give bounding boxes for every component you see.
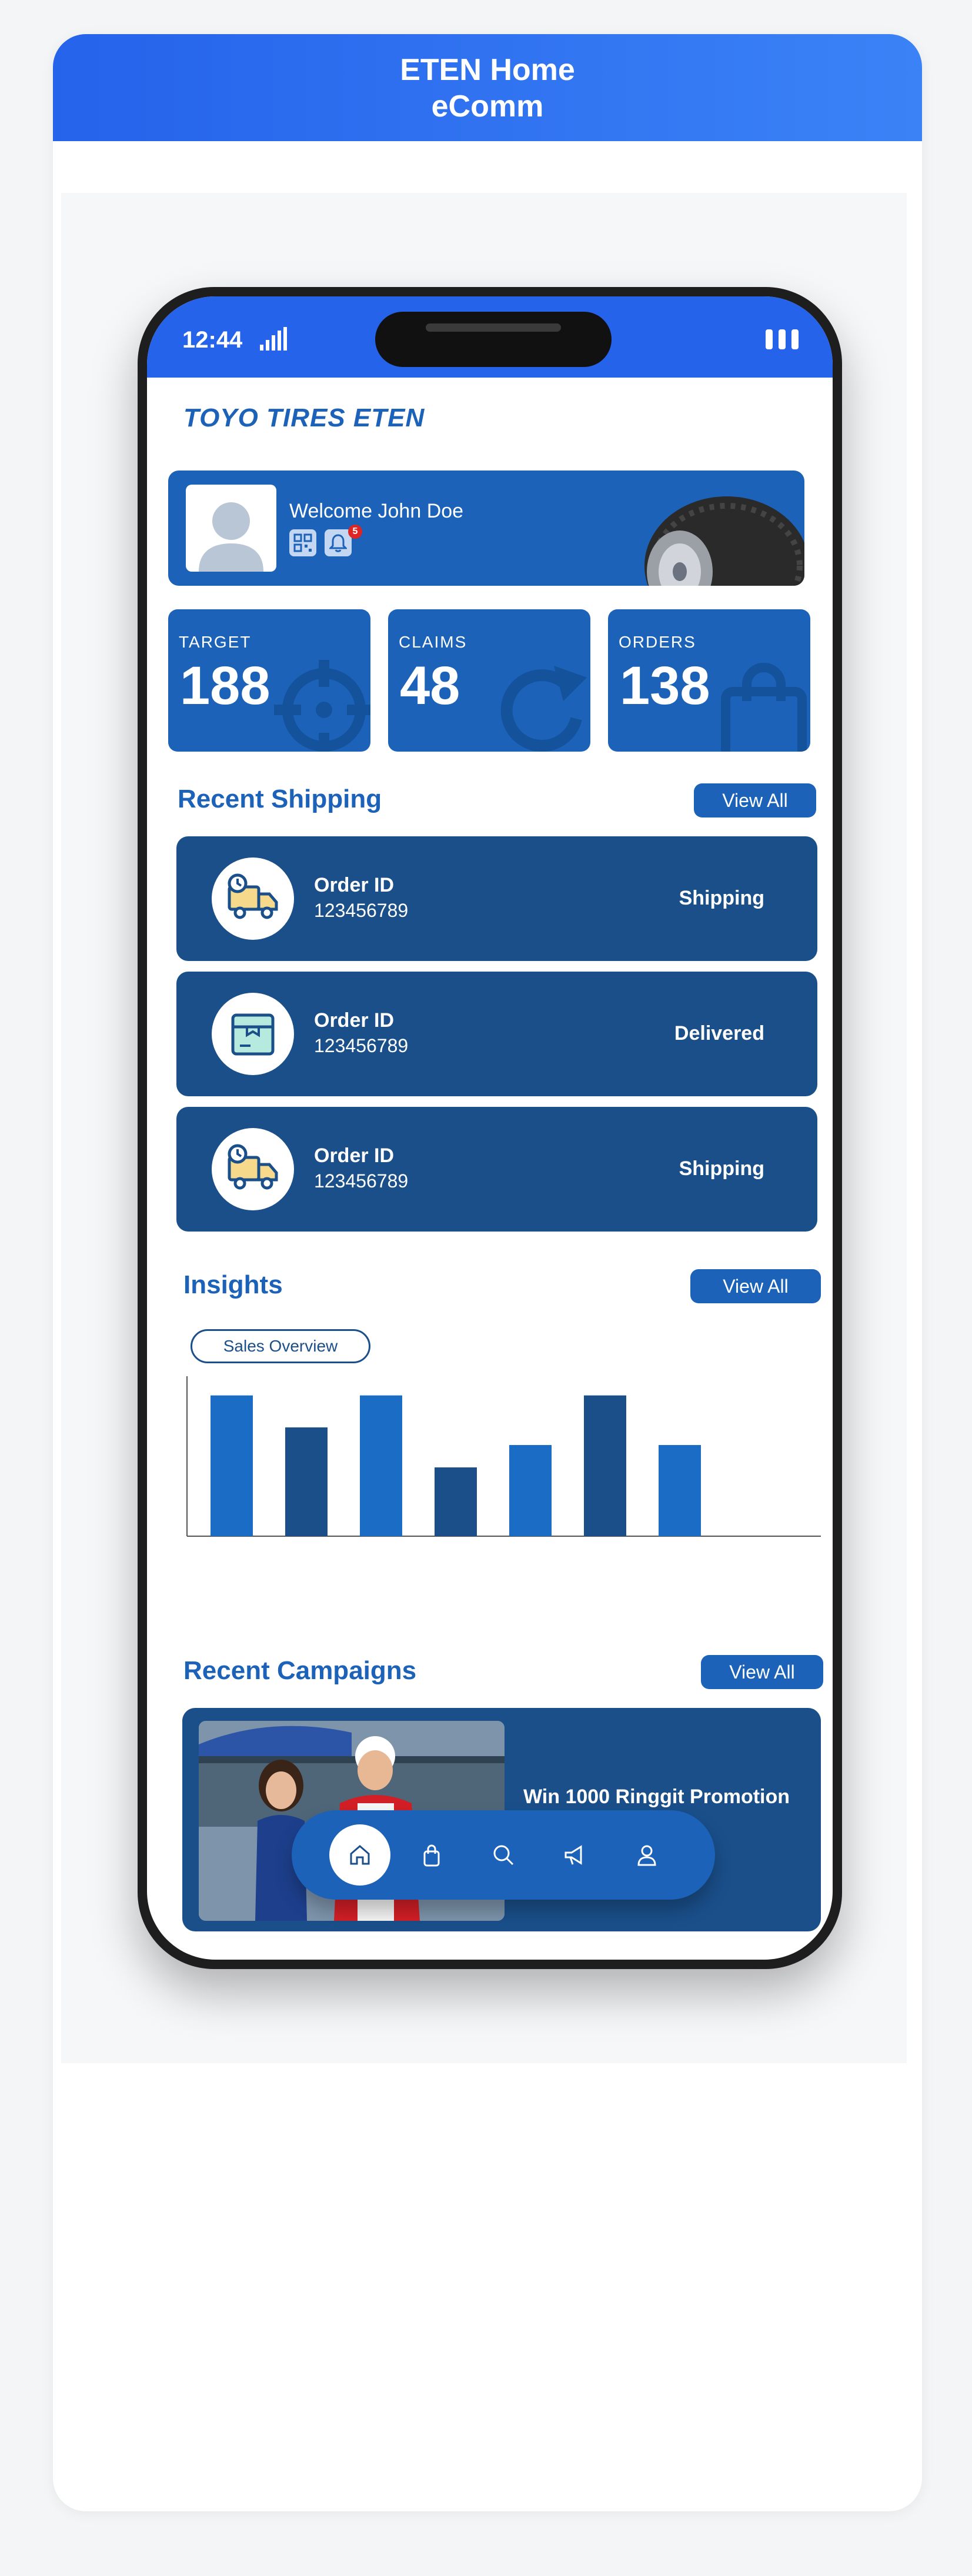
chart-bar xyxy=(509,1444,552,1536)
order-label: Order ID xyxy=(314,1144,395,1167)
phone-frame: 12:44 TOYO TIRES ETEN Welcome John Doe 5… xyxy=(138,287,842,1969)
card-header: ETEN Home eComm xyxy=(53,34,922,141)
header-subtitle: eComm xyxy=(431,89,544,124)
bell-icon xyxy=(329,534,347,552)
package-box-icon xyxy=(231,1013,275,1056)
recent-shipping-title: Recent Shipping xyxy=(178,785,382,813)
user-silhouette-icon xyxy=(199,502,263,572)
notification-badge: 5 xyxy=(348,525,362,539)
stat-card-orders[interactable]: ORDERS 138 xyxy=(608,609,810,752)
chart-bar xyxy=(435,1467,477,1536)
refresh-icon xyxy=(500,666,587,752)
search-icon xyxy=(493,1845,514,1866)
chart-bar xyxy=(360,1395,402,1536)
stat-label: TARGET xyxy=(179,633,252,651)
stat-value: 188 xyxy=(180,656,270,716)
welcome-text: Welcome John Doe xyxy=(289,500,464,522)
home-icon xyxy=(350,1845,370,1865)
stat-label: ORDERS xyxy=(619,633,696,651)
shipping-view-all-button[interactable]: View All xyxy=(694,783,816,817)
battery-icon xyxy=(766,329,799,349)
insights-view-all-button[interactable]: View All xyxy=(690,1269,821,1303)
order-id: 123456789 xyxy=(314,900,409,921)
order-status: Shipping xyxy=(679,887,764,909)
order-id: 123456789 xyxy=(314,1035,409,1056)
stat-value: 48 xyxy=(400,656,460,716)
sales-overview-filter[interactable]: Sales Overview xyxy=(191,1329,370,1363)
qr-code-icon xyxy=(293,533,312,552)
nav-profile[interactable] xyxy=(616,1824,677,1886)
camera-notch xyxy=(375,312,612,367)
qr-code-button[interactable] xyxy=(289,529,316,556)
chart-bar xyxy=(584,1395,626,1536)
delivery-truck-icon xyxy=(228,1144,278,1190)
chart-bar xyxy=(211,1395,253,1536)
nav-shop[interactable] xyxy=(401,1824,462,1886)
target-icon xyxy=(274,660,370,752)
sales-bar-chart xyxy=(186,1376,821,1537)
preview-stage: 12:44 TOYO TIRES ETEN Welcome John Doe 5… xyxy=(61,193,907,2063)
shopping-bag-icon xyxy=(423,1844,440,1867)
nav-search[interactable] xyxy=(473,1824,534,1886)
order-label: Order ID xyxy=(314,874,395,896)
brand-logo: TOYO TIRES ETEN xyxy=(183,403,425,432)
avatar[interactable] xyxy=(186,485,276,572)
nav-campaigns[interactable] xyxy=(545,1824,606,1886)
campaigns-view-all-button[interactable]: View All xyxy=(701,1655,823,1689)
screen-card: ETEN Home eComm 12:44 TOYO TIRES ETEN We… xyxy=(53,34,922,2511)
delivery-truck-icon xyxy=(228,873,278,919)
phone-screen: 12:44 TOYO TIRES ETEN Welcome John Doe 5… xyxy=(147,296,833,1960)
welcome-card: Welcome John Doe 5 xyxy=(168,471,804,586)
stat-label: CLAIMS xyxy=(399,633,467,651)
megaphone-icon xyxy=(565,1845,582,1865)
shipping-item[interactable]: Order ID 123456789 Shipping xyxy=(176,1107,817,1232)
tire-image xyxy=(644,496,804,586)
shopping-bag-icon xyxy=(721,663,807,752)
insights-title: Insights xyxy=(183,1270,283,1299)
stat-card-claims[interactable]: CLAIMS 48 xyxy=(388,609,590,752)
order-status: Shipping xyxy=(679,1157,764,1180)
notification-button[interactable] xyxy=(325,529,352,556)
status-time: 12:44 xyxy=(182,327,243,353)
chart-bar xyxy=(659,1444,701,1536)
signal-icon xyxy=(260,327,287,351)
chart-bar xyxy=(285,1427,328,1536)
shipping-item[interactable]: Order ID 123456789 Shipping xyxy=(176,836,817,961)
bottom-navigation xyxy=(292,1810,715,1900)
stat-value: 138 xyxy=(620,656,710,716)
stat-card-target[interactable]: TARGET 188 xyxy=(168,609,370,752)
nav-home[interactable] xyxy=(329,1824,390,1886)
recent-campaigns-title: Recent Campaigns xyxy=(183,1656,417,1685)
user-icon xyxy=(637,1845,656,1866)
status-bar: 12:44 xyxy=(147,296,833,378)
header-title: ETEN Home xyxy=(400,53,575,87)
order-id: 123456789 xyxy=(314,1170,409,1192)
order-status: Delivered xyxy=(674,1022,764,1045)
order-label: Order ID xyxy=(314,1009,395,1032)
campaign-title: Win 1000 Ringgit Promotion xyxy=(523,1786,790,1808)
shipping-item[interactable]: Order ID 123456789 Delivered xyxy=(176,972,817,1096)
